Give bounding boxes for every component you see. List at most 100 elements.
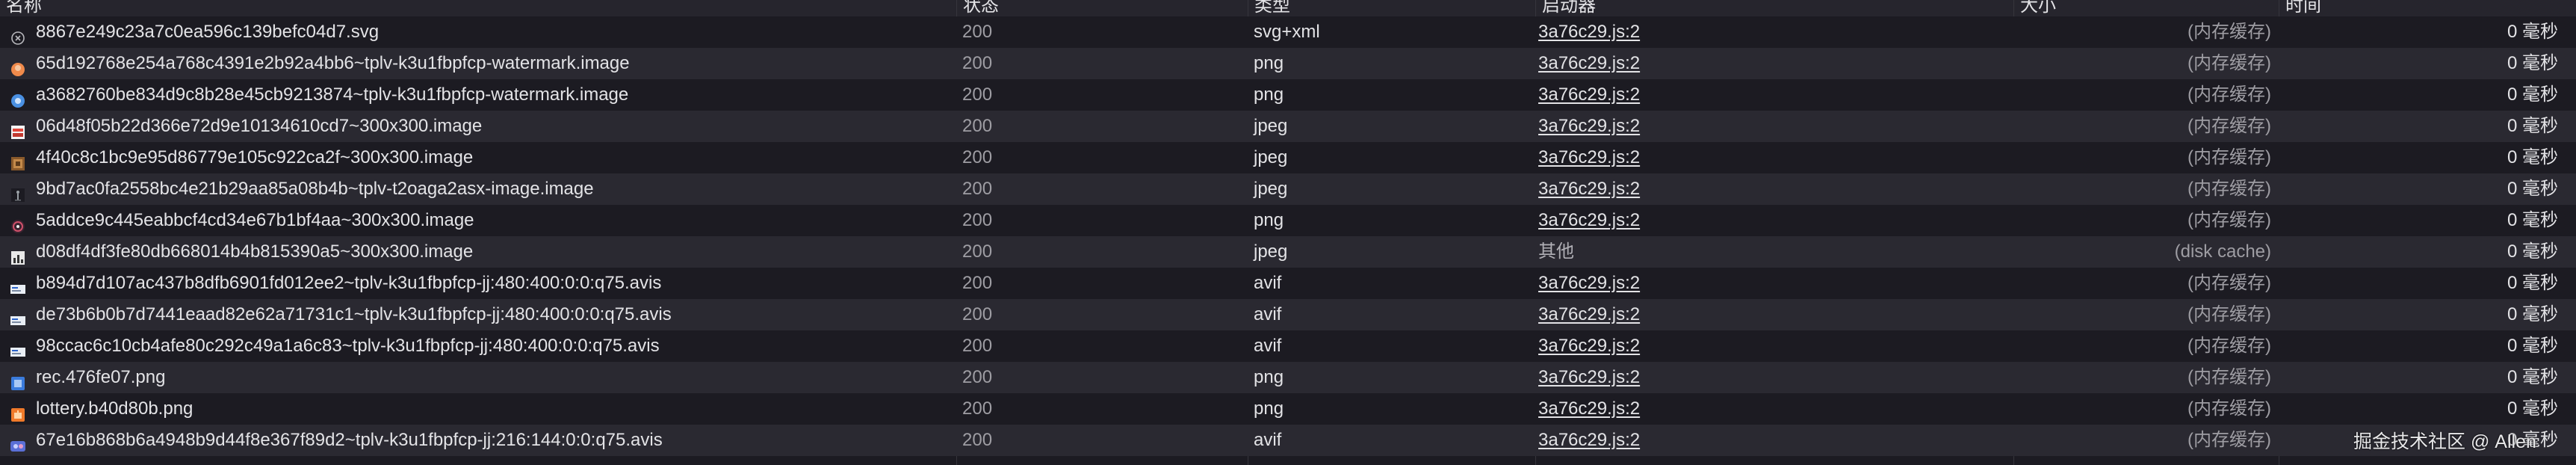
request-row[interactable]: de73b6b0b7d7441eaad82e62a71731c1~tplv-k3… [0, 299, 2576, 330]
request-name: 4f40c8c1bc9e95d86779e105c922ca2f~300x300… [36, 147, 474, 167]
request-name: 65d192768e254a768c4391e2b92a4bb6~tplv-k3… [36, 53, 630, 73]
request-row[interactable]: 9bd7ac0fa2558bc4e21b29aa85a08b4b~tplv-t2… [0, 173, 2576, 205]
banner-thumbnail-icon [10, 276, 25, 294]
request-name: a3682760be834d9c8b28e45cb9213874~tplv-k3… [36, 84, 629, 105]
request-type: png [1254, 84, 1284, 105]
request-name: 8867e249c23a7c0ea596c139befc04d7.svg [36, 22, 380, 42]
request-name: de73b6b0b7d7441eaad82e62a71731c1~tplv-k3… [36, 304, 672, 324]
request-name-cell[interactable]: a3682760be834d9c8b28e45cb9213874~tplv-k3… [0, 79, 956, 111]
request-time: 0 毫秒 [2507, 336, 2558, 356]
request-initiator-cell[interactable]: 3a76c29.js:2 [1535, 362, 2013, 393]
request-initiator-cell[interactable]: 3a76c29.js:2 [1535, 16, 2013, 48]
request-size: (内存缓存) [2188, 84, 2271, 105]
dark-circle-thumbnail-icon [10, 213, 25, 233]
column-header-initiator[interactable]: 启动器 [1535, 0, 2013, 16]
request-status: 200 [962, 336, 993, 356]
request-name-cell[interactable]: lottery.b40d80b.png [0, 393, 956, 425]
request-time: 0 毫秒 [2507, 398, 2558, 419]
column-header-time[interactable]: 时间 [2279, 0, 2576, 16]
request-time: 0 毫秒 [2507, 241, 2558, 262]
request-name-cell[interactable]: b894d7d107ac437b8dfb6901fd012ee2~tplv-k3… [0, 268, 956, 299]
column-header-name[interactable]: 名称 [0, 0, 956, 16]
request-size: (内存缓存) [2188, 22, 2271, 42]
request-initiator-cell[interactable]: 3a76c29.js:2 [1535, 299, 2013, 330]
request-initiator-cell[interactable]: 3a76c29.js:2 [1535, 142, 2013, 173]
request-name: b894d7d107ac437b8dfb6901fd012ee2~tplv-k3… [36, 273, 662, 293]
request-name-cell[interactable]: 06d48f05b22d366e72d9e10134610cd7~300x300… [0, 111, 956, 142]
request-name-cell[interactable]: 98ccac6c10cb4afe80c292c49a1a6c83~tplv-k3… [0, 330, 956, 362]
request-type: png [1254, 367, 1284, 387]
request-type: jpeg [1254, 116, 1288, 136]
request-initiator-cell[interactable]: 3a76c29.js:2 [1535, 111, 2013, 142]
initiator-link[interactable]: 3a76c29.js:2 [1538, 304, 1640, 324]
request-row[interactable]: d08df4df3fe80db668014b4b815390a5~300x300… [0, 236, 2576, 268]
request-initiator-cell[interactable]: 3a76c29.js:2 [1535, 425, 2013, 456]
request-type: avif [1254, 273, 1282, 293]
request-name-cell[interactable]: d08df4df3fe80db668014b4b815390a5~300x300… [0, 236, 956, 268]
request-type: png [1254, 53, 1284, 73]
request-initiator-cell[interactable]: 3a76c29.js:2 [1535, 330, 2013, 362]
request-name-cell[interactable]: 9bd7ac0fa2558bc4e21b29aa85a08b4b~tplv-t2… [0, 173, 956, 205]
request-row[interactable]: rec.476fe07.png 200 png 3a76c29.js:2 (内存缓存) 0… [0, 362, 2576, 393]
initiator-link[interactable]: 3a76c29.js:2 [1538, 367, 1640, 387]
request-name: 5addce9c445eabbcf4cd34e67b1bf4aa~300x300… [36, 210, 474, 230]
request-status: 200 [962, 398, 993, 419]
request-status: 200 [962, 304, 993, 324]
request-row[interactable]: b894d7d107ac437b8dfb6901fd012ee2~tplv-k3… [0, 268, 2576, 299]
request-initiator-cell[interactable]: 3a76c29.js:2 [1535, 48, 2013, 79]
request-name-cell[interactable]: 4f40c8c1bc9e95d86779e105c922ca2f~300x300… [0, 142, 956, 173]
request-row[interactable]: 98ccac6c10cb4afe80c292c49a1a6c83~tplv-k3… [0, 330, 2576, 362]
request-status: 200 [962, 53, 993, 73]
request-status: 200 [962, 116, 993, 136]
initiator-link[interactable]: 3a76c29.js:2 [1538, 273, 1640, 293]
request-row[interactable]: 8867e249c23a7c0ea596c139befc04d7.svg 200 s… [0, 16, 2576, 48]
initiator-link[interactable]: 3a76c29.js:2 [1538, 53, 1640, 73]
request-time: 0 毫秒 [2507, 273, 2558, 293]
request-initiator-cell[interactable]: 3a76c29.js:2 [1535, 79, 2013, 111]
initiator-link[interactable]: 3a76c29.js:2 [1538, 430, 1640, 450]
request-initiator-cell[interactable]: 3a76c29.js:2 [1535, 393, 2013, 425]
request-size: (内存缓存) [2188, 179, 2271, 199]
request-row[interactable]: 06d48f05b22d366e72d9e10134610cd7~300x300… [0, 111, 2576, 142]
initiator-link[interactable]: 3a76c29.js:2 [1538, 116, 1640, 136]
request-time: 0 毫秒 [2507, 22, 2558, 42]
request-initiator-cell[interactable]: 3a76c29.js:2 [1535, 205, 2013, 236]
request-name-cell[interactable]: 8867e249c23a7c0ea596c139befc04d7.svg [0, 16, 956, 48]
request-type: jpeg [1254, 241, 1288, 262]
request-size: (内存缓存) [2188, 147, 2271, 167]
request-row[interactable]: 4f40c8c1bc9e95d86779e105c922ca2f~300x300… [0, 142, 2576, 173]
initiator-link[interactable]: 3a76c29.js:2 [1538, 210, 1640, 230]
request-name: d08df4df3fe80db668014b4b815390a5~300x300… [36, 241, 474, 262]
initiator-link[interactable]: 3a76c29.js:2 [1538, 336, 1640, 356]
chart-thumbnail-icon [10, 244, 25, 265]
request-name-cell[interactable]: 5addce9c445eabbcf4cd34e67b1bf4aa~300x300… [0, 205, 956, 236]
request-name-cell[interactable]: 65d192768e254a768c4391e2b92a4bb6~tplv-k3… [0, 48, 956, 79]
request-size: (内存缓存) [2188, 210, 2271, 230]
initiator-link[interactable]: 3a76c29.js:2 [1538, 179, 1640, 199]
request-row[interactable]: 67e16b868b6a4948b9d44f8e367f89d2~tplv-k3… [0, 425, 2576, 456]
column-header-type[interactable]: 类型 [1248, 0, 1535, 16]
column-header-size[interactable]: 大小 [2013, 0, 2279, 16]
request-row[interactable]: 5addce9c445eabbcf4cd34e67b1bf4aa~300x300… [0, 205, 2576, 236]
initiator-link[interactable]: 3a76c29.js:2 [1538, 84, 1640, 105]
request-size: (disk cache) [2174, 241, 2271, 262]
initiator-link[interactable]: 3a76c29.js:2 [1538, 22, 1640, 42]
request-name-cell[interactable]: de73b6b0b7d7441eaad82e62a71731c1~tplv-k3… [0, 299, 956, 330]
svg-file-icon [10, 25, 25, 45]
request-size: (内存缓存) [2188, 53, 2271, 73]
request-row[interactable]: lottery.b40d80b.png 200 png 3a76c29.js:2 (内存… [0, 393, 2576, 425]
request-initiator-cell[interactable]: 3a76c29.js:2 [1535, 268, 2013, 299]
request-list: 8867e249c23a7c0ea596c139befc04d7.svg 200 s… [0, 16, 2576, 456]
initiator-link[interactable]: 3a76c29.js:2 [1538, 147, 1640, 167]
request-status: 200 [962, 22, 993, 42]
request-initiator-cell[interactable]: 3a76c29.js:2 [1535, 173, 2013, 205]
watermark: 掘金技术社区 @ Allen [2353, 431, 2536, 452]
request-row[interactable]: 65d192768e254a768c4391e2b92a4bb6~tplv-k3… [0, 48, 2576, 79]
blue-square-image-icon [10, 370, 25, 390]
column-header-status[interactable]: 状态 [956, 0, 1248, 16]
request-type: avif [1254, 336, 1282, 356]
request-row[interactable]: a3682760be834d9c8b28e45cb9213874~tplv-k3… [0, 79, 2576, 111]
request-name-cell[interactable]: rec.476fe07.png [0, 362, 956, 393]
initiator-link[interactable]: 3a76c29.js:2 [1538, 398, 1640, 419]
request-name-cell[interactable]: 67e16b868b6a4948b9d44f8e367f89d2~tplv-k3… [0, 425, 956, 456]
